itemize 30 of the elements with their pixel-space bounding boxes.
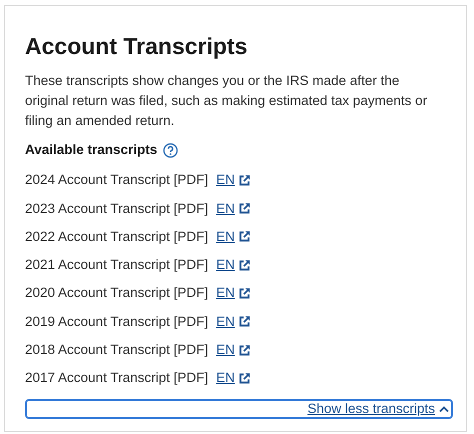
transcript-label: 2020 Account Transcript [PDF] [25, 284, 208, 302]
transcript-label: 2021 Account Transcript [PDF] [25, 256, 208, 274]
section-heading: Available transcripts [25, 141, 158, 159]
external-link-icon [238, 344, 251, 357]
transcript-label: 2017 Account Transcript [PDF] [25, 369, 208, 388]
help-icon[interactable] [163, 142, 178, 158]
external-link-icon [238, 202, 251, 216]
chevron-up-icon [439, 404, 449, 413]
transcript-label: 2024 Account Transcript [PDF] [25, 171, 208, 190]
transcript-label: 2023 Account Transcript [PDF] [25, 200, 208, 218]
language-link[interactable]: EN [216, 255, 235, 276]
language-link[interactable]: EN [216, 170, 235, 191]
toggle-button[interactable]: Show less transcripts [25, 398, 453, 419]
external-link-icon [238, 174, 251, 187]
language-link[interactable]: EN [216, 368, 235, 389]
language-link[interactable]: EN [216, 226, 235, 248]
external-link-icon [238, 287, 251, 300]
external-link-icon [238, 315, 251, 328]
external-link-icon [238, 372, 251, 385]
description: These transcripts show changes you or the IRS made after the original return was filed, such as making estimated tax payments or filing an amended return. [25, 72, 428, 130]
transcript-label: 2019 Account Transcript [PDF] [25, 312, 208, 331]
language-link[interactable]: EN [216, 198, 235, 219]
language-link[interactable]: EN [216, 312, 235, 332]
language-link[interactable]: EN [216, 340, 235, 360]
transcript-label: 2022 Account Transcript [PDF] [25, 228, 208, 246]
external-link-icon [238, 258, 251, 272]
language-link[interactable]: EN [216, 283, 235, 304]
external-link-icon [238, 230, 251, 244]
transcript-label: 2018 Account Transcript [PDF] [25, 341, 208, 360]
card-title: Account Transcripts [25, 32, 248, 60]
